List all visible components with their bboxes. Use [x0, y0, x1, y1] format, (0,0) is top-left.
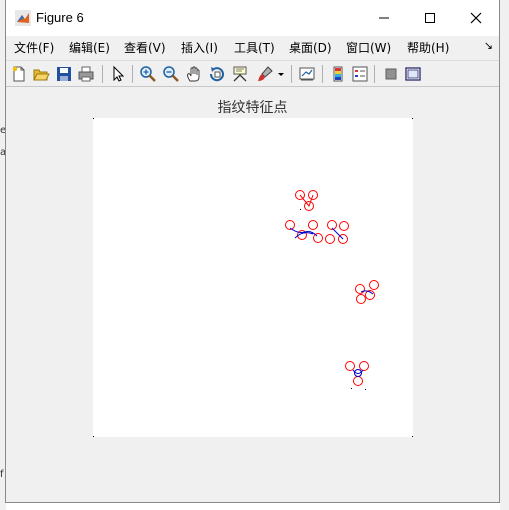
background-text-fragment: f — [0, 469, 4, 480]
ridge-lines — [289, 227, 374, 377]
zoom-out-icon[interactable] — [162, 65, 180, 83]
menu-file[interactable]: 文件(F) — [14, 39, 54, 56]
brush-icon[interactable] — [256, 65, 274, 83]
figure-window: Figure 6 文件(F) 编辑(E) 查看(V) 插入(I) 工具(T) 桌… — [5, 0, 500, 503]
print-icon[interactable] — [77, 65, 95, 83]
axes-title: 指纹特征点 — [217, 100, 288, 116]
toolbar — [6, 60, 499, 87]
close-icon — [470, 12, 482, 24]
pan-hand-icon[interactable] — [185, 65, 203, 83]
rotate-3d-icon[interactable] — [208, 65, 226, 83]
menu-insert[interactable]: 插入(I) — [181, 39, 218, 56]
menu-help[interactable]: 帮助(H) — [407, 39, 449, 56]
minimize-button[interactable] — [361, 0, 407, 36]
close-button[interactable] — [453, 0, 499, 36]
menu-window[interactable]: 窗口(W) — [346, 39, 391, 56]
matlab-logo-icon — [15, 10, 31, 26]
minutiae-markers — [285, 190, 379, 386]
maximize-button[interactable] — [407, 0, 453, 36]
residual-points — [93, 118, 413, 437]
brush-dropdown-icon[interactable] — [276, 65, 286, 83]
menu-edit[interactable]: 编辑(E) — [69, 39, 110, 56]
window-title: Figure 6 — [36, 10, 84, 25]
legend-icon[interactable] — [351, 65, 369, 83]
toolbar-separator — [291, 65, 292, 83]
hide-plot-tools-icon[interactable] — [382, 65, 400, 83]
menu-bar: 文件(F) 编辑(E) 查看(V) 插入(I) 工具(T) 桌面(D) 窗口(W… — [6, 36, 499, 58]
data-cursor-icon[interactable] — [231, 65, 249, 83]
menu-view[interactable]: 查看(V) — [124, 39, 166, 56]
new-figure-icon[interactable] — [10, 65, 28, 83]
menu-tools[interactable]: 工具(T) — [234, 39, 275, 56]
zoom-in-icon[interactable] — [139, 65, 157, 83]
maximize-icon — [425, 13, 435, 23]
save-icon[interactable] — [55, 65, 73, 83]
link-plot-icon[interactable] — [298, 65, 316, 83]
toolbar-separator — [374, 65, 375, 83]
minimize-icon — [379, 17, 389, 19]
menu-overflow-icon[interactable]: ↘ — [484, 39, 493, 52]
open-file-icon[interactable] — [32, 65, 50, 83]
plot-axes[interactable] — [93, 118, 413, 437]
colorbar-icon[interactable] — [329, 65, 347, 83]
toolbar-separator — [132, 65, 133, 83]
title-bar[interactable]: Figure 6 — [6, 0, 499, 36]
toolbar-separator — [102, 65, 103, 83]
toolbar-separator — [322, 65, 323, 83]
select-pointer-icon[interactable] — [109, 65, 127, 83]
menu-desktop[interactable]: 桌面(D) — [289, 39, 332, 56]
show-plot-tools-icon[interactable] — [404, 65, 422, 83]
background-window-right — [500, 0, 509, 510]
